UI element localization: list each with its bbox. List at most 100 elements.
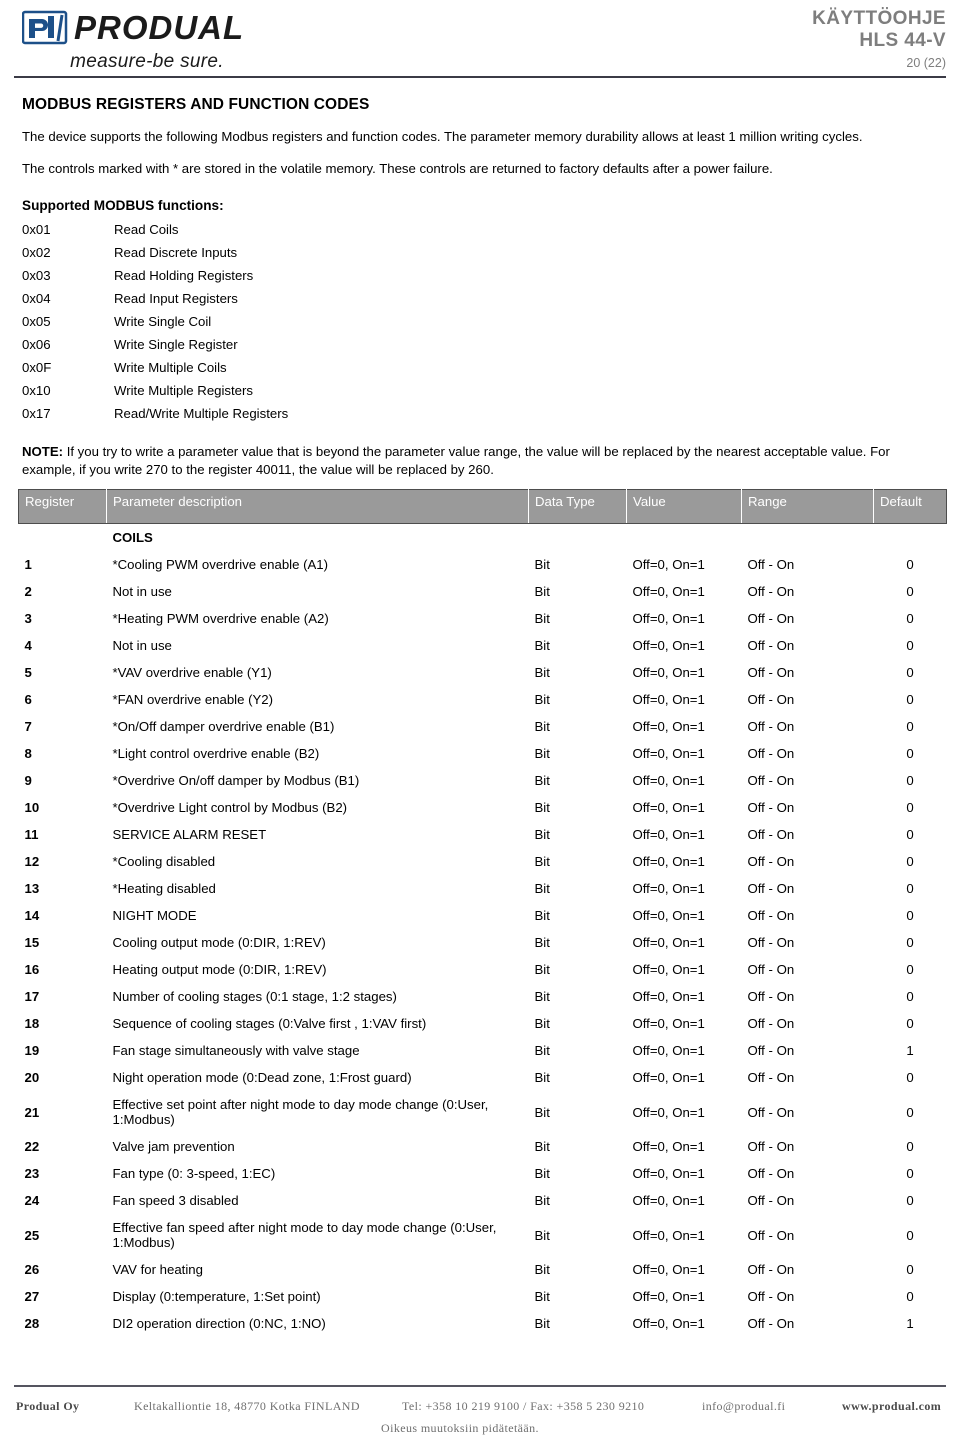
cell-range: Off - On [747, 665, 795, 680]
footer-phone: Tel: +358 10 219 9100 / Fax: +358 5 230 … [402, 1399, 645, 1413]
footer-website[interactable]: www.produal.com [842, 1399, 941, 1414]
function-code: 0x01 [22, 222, 51, 237]
cell-register: 4 [24, 638, 32, 653]
table-row: 6 *FAN overdrive enable (Y2) Bit Off=0, On=… [19, 686, 947, 713]
cell-range: Off - On [747, 908, 795, 923]
cell-default: 0 [906, 1104, 914, 1120]
footer-email[interactable]: info@produal.fi [702, 1399, 842, 1414]
function-code: 0x10 [22, 383, 51, 398]
table-row: 26 VAV for heating Bit Off=0, On=1 Off - On 0 [19, 1256, 947, 1283]
table-row: 13 *Heating disabled Bit Off=0, On=1 Off - O… [19, 875, 947, 902]
supported-functions-title: Supported MODBUS functions: [22, 198, 224, 213]
page-title: MODBUS REGISTERS AND FUNCTION CODES [22, 96, 370, 113]
cell-register: 14 [24, 908, 40, 923]
cell-value: Off=0, On=1 [632, 746, 705, 761]
cell-parameter-description: Effective fan speed after night mode to … [112, 1220, 497, 1250]
footer-company: Produal Oy [16, 1399, 80, 1413]
table-row: 4 Not in use Bit Off=0, On=1 Off - On 0 [19, 632, 947, 659]
cell-default: 0 [906, 1262, 914, 1277]
cell-data-type: Bit [534, 1289, 550, 1304]
cell-parameter-description: Effective set point after night mode to … [112, 1097, 489, 1127]
table-row: 19 Fan stage simultaneously with valve st… [19, 1037, 947, 1064]
cell-data-type: Bit [534, 746, 550, 761]
cell-data-type: Bit [534, 800, 550, 815]
cell-range: Off - On [747, 1016, 795, 1031]
cell-value: Off=0, On=1 [632, 1104, 705, 1120]
cell-register: 27 [24, 1289, 40, 1304]
cell-value: Off=0, On=1 [632, 881, 705, 896]
table-row: 23 Fan type (0: 3-speed, 1:EC) Bit Off=0, O… [19, 1160, 947, 1187]
table-group-spacer [19, 524, 107, 552]
cell-data-type: Bit [534, 1016, 550, 1031]
function-label: Write Multiple Coils [114, 360, 227, 375]
function-label: Read Input Registers [114, 291, 238, 306]
cell-default: 0 [906, 584, 914, 599]
cell-range: Off - On [747, 584, 795, 599]
cell-register: 5 [24, 665, 32, 680]
table-row: 22 Valve jam prevention Bit Off=0, On=1 Off … [19, 1133, 947, 1160]
cell-range: Off - On [747, 827, 795, 842]
cell-parameter-description: Not in use [112, 638, 172, 653]
page-header: PRODUAL measure-be sure. KÄYTTÖOHJE HLS … [0, 0, 960, 78]
table-row: 16 Heating output mode (0:DIR, 1:REV) Bit O… [19, 956, 947, 983]
cell-value: Off=0, On=1 [632, 584, 705, 599]
cell-default: 0 [906, 557, 914, 572]
function-code-row: 0x01 Read Coils [22, 218, 960, 241]
cell-default: 0 [906, 1193, 914, 1208]
cell-default: 0 [906, 638, 914, 653]
cell-default: 0 [906, 827, 914, 842]
table-row: 20 Night operation mode (0:Dead zone, 1:F… [19, 1064, 947, 1091]
cell-value: Off=0, On=1 [632, 1166, 705, 1181]
cell-register: 11 [24, 827, 39, 842]
cell-register: 9 [24, 773, 32, 788]
cell-parameter-description: Fan type (0: 3-speed, 1:EC) [112, 1166, 276, 1181]
note-label: NOTE: [22, 444, 64, 459]
function-code: 0x06 [22, 337, 51, 352]
table-row: 24 Fan speed 3 disabled Bit Off=0, On=1 Off … [19, 1187, 947, 1214]
cell-value: Off=0, On=1 [632, 1139, 705, 1154]
cell-default: 0 [906, 800, 914, 815]
cell-range: Off - On [747, 1139, 795, 1154]
cell-register: 19 [24, 1043, 40, 1058]
function-code: 0x04 [22, 291, 51, 306]
cell-data-type: Bit [534, 935, 550, 950]
function-code-row: 0x10 Write Multiple Registers [22, 379, 960, 402]
cell-parameter-description: *Heating PWM overdrive enable (A2) [112, 611, 329, 626]
table-group-label: COILS [112, 530, 153, 545]
cell-data-type: Bit [534, 773, 550, 788]
cell-default: 0 [906, 719, 914, 734]
document-header-info: KÄYTTÖOHJE HLS 44-V 20 (22) [812, 8, 946, 72]
cell-parameter-description: Fan stage simultaneously with valve stag… [112, 1043, 360, 1058]
cell-register: 12 [24, 854, 40, 869]
cell-parameter-description: *Light control overdrive enable (B2) [112, 746, 320, 761]
table-row: 17 Number of cooling stages (0:1 stage, 1… [19, 983, 947, 1010]
function-code: 0x05 [22, 314, 51, 329]
cell-value: Off=0, On=1 [632, 1289, 705, 1304]
cell-parameter-description: *Cooling disabled [112, 854, 216, 869]
function-code-row: 0x17 Read/Write Multiple Registers [22, 402, 960, 425]
footer-contact-row: Produal Oy Keltakalliontie 18, 48770 Kot… [0, 1391, 960, 1414]
document-kind: KÄYTTÖOHJE [812, 8, 946, 29]
function-label: Write Multiple Registers [114, 383, 253, 398]
document-model: HLS 44-V [859, 30, 946, 51]
function-code-row: 0x04 Read Input Registers [22, 287, 960, 310]
cell-register: 15 [24, 935, 40, 950]
cell-value: Off=0, On=1 [632, 962, 705, 977]
note-paragraph: NOTE: If you try to write a parameter va… [22, 443, 927, 479]
table-header-row: Register Parameter description Data Type… [18, 489, 947, 524]
cell-register: 13 [24, 881, 40, 896]
cell-range: Off - On [747, 719, 795, 734]
cell-value: Off=0, On=1 [632, 692, 705, 707]
cell-register: 10 [24, 800, 40, 815]
cell-parameter-description: Display (0:temperature, 1:Set point) [112, 1289, 321, 1304]
table-row: 25 Effective fan speed after night mode t… [19, 1214, 947, 1256]
cell-default: 0 [906, 665, 914, 680]
cell-parameter-description: Cooling output mode (0:DIR, 1:REV) [112, 935, 326, 950]
function-label: Write Single Coil [114, 314, 212, 329]
cell-register: 8 [24, 746, 32, 761]
cell-register: 24 [24, 1193, 40, 1208]
cell-data-type: Bit [534, 692, 550, 707]
cell-data-type: Bit [534, 854, 550, 869]
function-code-row: 0x02 Read Discrete Inputs [22, 241, 960, 264]
cell-parameter-description: NIGHT MODE [112, 908, 197, 923]
